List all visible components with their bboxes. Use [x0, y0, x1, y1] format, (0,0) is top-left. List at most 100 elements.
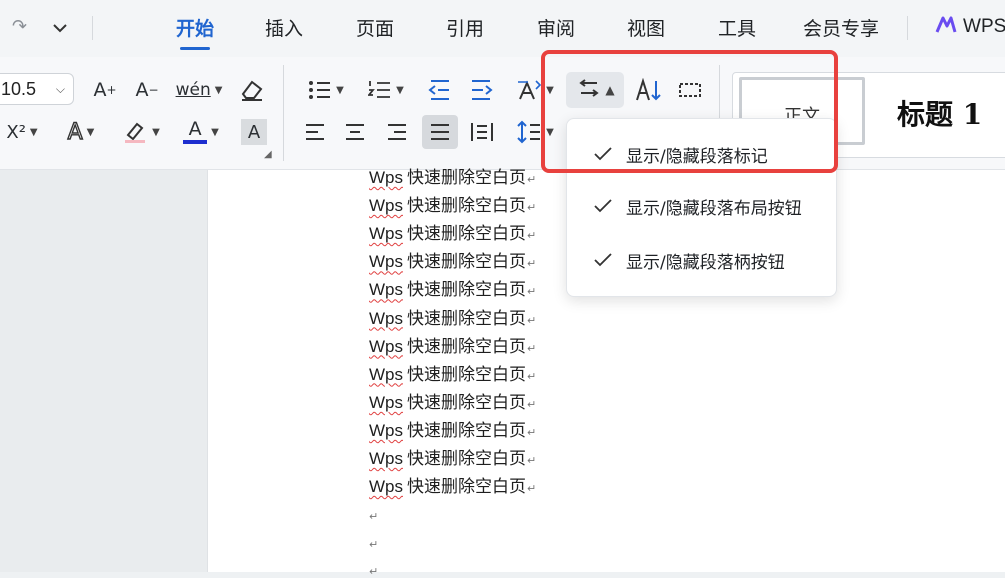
decrease-indent-button[interactable] — [424, 75, 454, 105]
text-effect-button[interactable]: A ▼ — [58, 117, 104, 147]
document-line[interactable]: Wps 快速删除空白页↵ — [369, 247, 536, 272]
line-text: 快速删除空白页 — [407, 392, 526, 413]
phonetic-guide-button[interactable]: wén ▼ — [175, 75, 223, 105]
line-word: Wps — [369, 196, 403, 216]
paragraph-mark: ↵ — [527, 369, 537, 383]
align-center-button[interactable] — [340, 117, 370, 147]
chevron-up-icon: ▲ — [605, 83, 615, 97]
distribute-button[interactable] — [467, 117, 497, 147]
paragraph-layout-button[interactable] — [674, 75, 706, 105]
line-text: 快速删除空白页 — [407, 449, 526, 469]
paragraph-mark: ↵ — [527, 482, 537, 496]
paragraph-mark: ↵ — [527, 454, 537, 467]
line-text: 快速删除空白页 — [407, 364, 526, 385]
align-left-button[interactable] — [300, 117, 330, 147]
document-line[interactable]: Wps 快速删除空白页↵ — [369, 219, 536, 244]
line-word: Wps — [369, 280, 403, 300]
wps-ai-tab[interactable]: WPS — [935, 15, 1005, 38]
document-line[interactable]: Wps 快速删除空白页↵ — [369, 332, 536, 357]
document-line[interactable]: Wps 快速删除空白页↵ — [369, 472, 536, 497]
character-shading-label: A — [247, 121, 261, 143]
tab-home[interactable]: 开始 — [176, 14, 214, 50]
justify-icon — [431, 124, 449, 140]
paragraph-mark: ↵ — [527, 257, 537, 271]
document-line[interactable]: Wps 快速删除空白页↵ — [369, 444, 536, 469]
tab-references[interactable]: 引用 — [446, 14, 484, 41]
font-size-value: 10.5 — [1, 78, 37, 99]
font-color-label: A — [188, 118, 202, 140]
shrink-font-button[interactable]: A − — [132, 75, 162, 105]
menu-item-show-paragraph-layout-button[interactable]: 显示/隐藏段落布局按钮 — [567, 185, 836, 227]
line-word: Wps — [369, 168, 403, 187]
ribbon-toolbar: 10.5 ⌵ A + A − wén ▼ ▼ ▼ ▼ ▲ X² ▼ A ▼ ▼ … — [0, 57, 1005, 170]
quick-access-dropdown-icon[interactable] — [52, 18, 68, 39]
document-line[interactable]: Wps 快速删除空白页↵ — [369, 388, 536, 413]
line-text: 快速删除空白页 — [407, 477, 526, 498]
document-line[interactable]: Wps 快速删除空白页↵ — [369, 275, 536, 300]
menu-item-label: 显示/隐藏段落布局按钮 — [626, 198, 802, 219]
text-direction-icon — [518, 80, 542, 100]
line-text: 快速删除空白页 — [407, 168, 526, 188]
paragraph-layout-icon — [679, 83, 701, 97]
tab-page[interactable]: 页面 — [356, 14, 394, 41]
text-effect-label: A — [67, 119, 83, 145]
bullet-list-icon — [309, 81, 331, 99]
font-color-bar — [183, 140, 208, 144]
wps-ai-logo-icon — [935, 16, 957, 33]
increase-indent-button[interactable] — [467, 75, 497, 105]
menu-item-show-paragraph-handle-button[interactable]: 显示/隐藏段落柄按钮 — [567, 239, 836, 281]
tab-insert[interactable]: 插入 — [265, 14, 303, 41]
document-line[interactable]: Wps 快速删除空白页↵ — [369, 304, 536, 329]
chevron-down-icon: ▼ — [86, 126, 95, 138]
tab-review[interactable]: 审阅 — [537, 14, 575, 41]
line-word: Wps — [369, 252, 403, 272]
paragraph-mark: ↵ — [527, 173, 537, 186]
grow-font-button[interactable]: A + — [90, 75, 120, 105]
character-shading-button[interactable]: A — [241, 119, 267, 145]
divider — [283, 65, 284, 161]
numbered-list-button[interactable]: ▼ — [364, 75, 408, 105]
style-heading-1[interactable]: 标题 1 — [897, 93, 982, 133]
line-word: Wps — [369, 420, 403, 440]
highlight-color-button[interactable]: ▼ — [118, 117, 164, 147]
tab-tools[interactable]: 工具 — [718, 14, 756, 41]
line-word: Wps — [369, 224, 403, 244]
line-spacing-button[interactable]: ▼ — [512, 117, 558, 147]
check-icon — [567, 252, 626, 268]
show-hide-paragraph-button[interactable]: ▲ — [570, 75, 622, 105]
tab-member[interactable]: 会员专享 — [803, 14, 879, 41]
grow-font-label: A — [93, 79, 107, 101]
phonetic-guide-label: wén — [175, 80, 211, 100]
paragraph-mark: ↵ — [527, 313, 537, 327]
align-right-button[interactable] — [382, 117, 412, 147]
sort-button[interactable] — [632, 75, 664, 105]
numbered-list-icon — [368, 81, 391, 98]
wps-brand-label: WPS — [963, 16, 1005, 37]
bullet-list-button[interactable]: ▼ — [304, 75, 348, 105]
font-size-select[interactable]: 10.5 ⌵ — [0, 73, 74, 105]
paragraph-mark: ↵ — [527, 285, 537, 299]
chevron-down-icon: ⌵ — [55, 82, 65, 96]
superscript-button[interactable]: X² ▼ — [0, 117, 44, 147]
line-text: 快速删除空白页 — [407, 336, 526, 357]
document-line[interactable]: Wps 快速删除空白页↵ — [369, 191, 536, 216]
document-line[interactable]: Wps 快速删除空白页↵ — [369, 360, 536, 385]
chevron-down-icon: ▼ — [211, 126, 219, 138]
increase-indent-icon — [472, 80, 493, 100]
chevron-down-icon: ▼ — [336, 84, 344, 96]
clear-format-button[interactable] — [236, 75, 268, 105]
redo-icon[interactable]: ↷ — [12, 16, 27, 37]
check-icon — [567, 146, 626, 162]
line-word: Wps — [369, 336, 403, 356]
document-line[interactable]: Wps 快速删除空白页↵ — [369, 163, 536, 188]
justify-button[interactable] — [422, 115, 458, 149]
tab-view[interactable]: 视图 — [627, 14, 665, 41]
font-color-button[interactable]: A ▼ — [178, 117, 224, 147]
menu-item-show-paragraph-marks[interactable]: 显示/隐藏段落标记 — [567, 133, 836, 175]
text-direction-button[interactable]: ▼ — [512, 75, 558, 105]
distribute-icon — [471, 123, 493, 141]
font-dialog-launcher-icon[interactable]: ◢ — [264, 149, 272, 160]
document-line[interactable]: Wps 快速删除空白页↵ — [369, 416, 536, 441]
line-word: Wps — [369, 364, 403, 384]
sort-icon — [636, 78, 661, 101]
